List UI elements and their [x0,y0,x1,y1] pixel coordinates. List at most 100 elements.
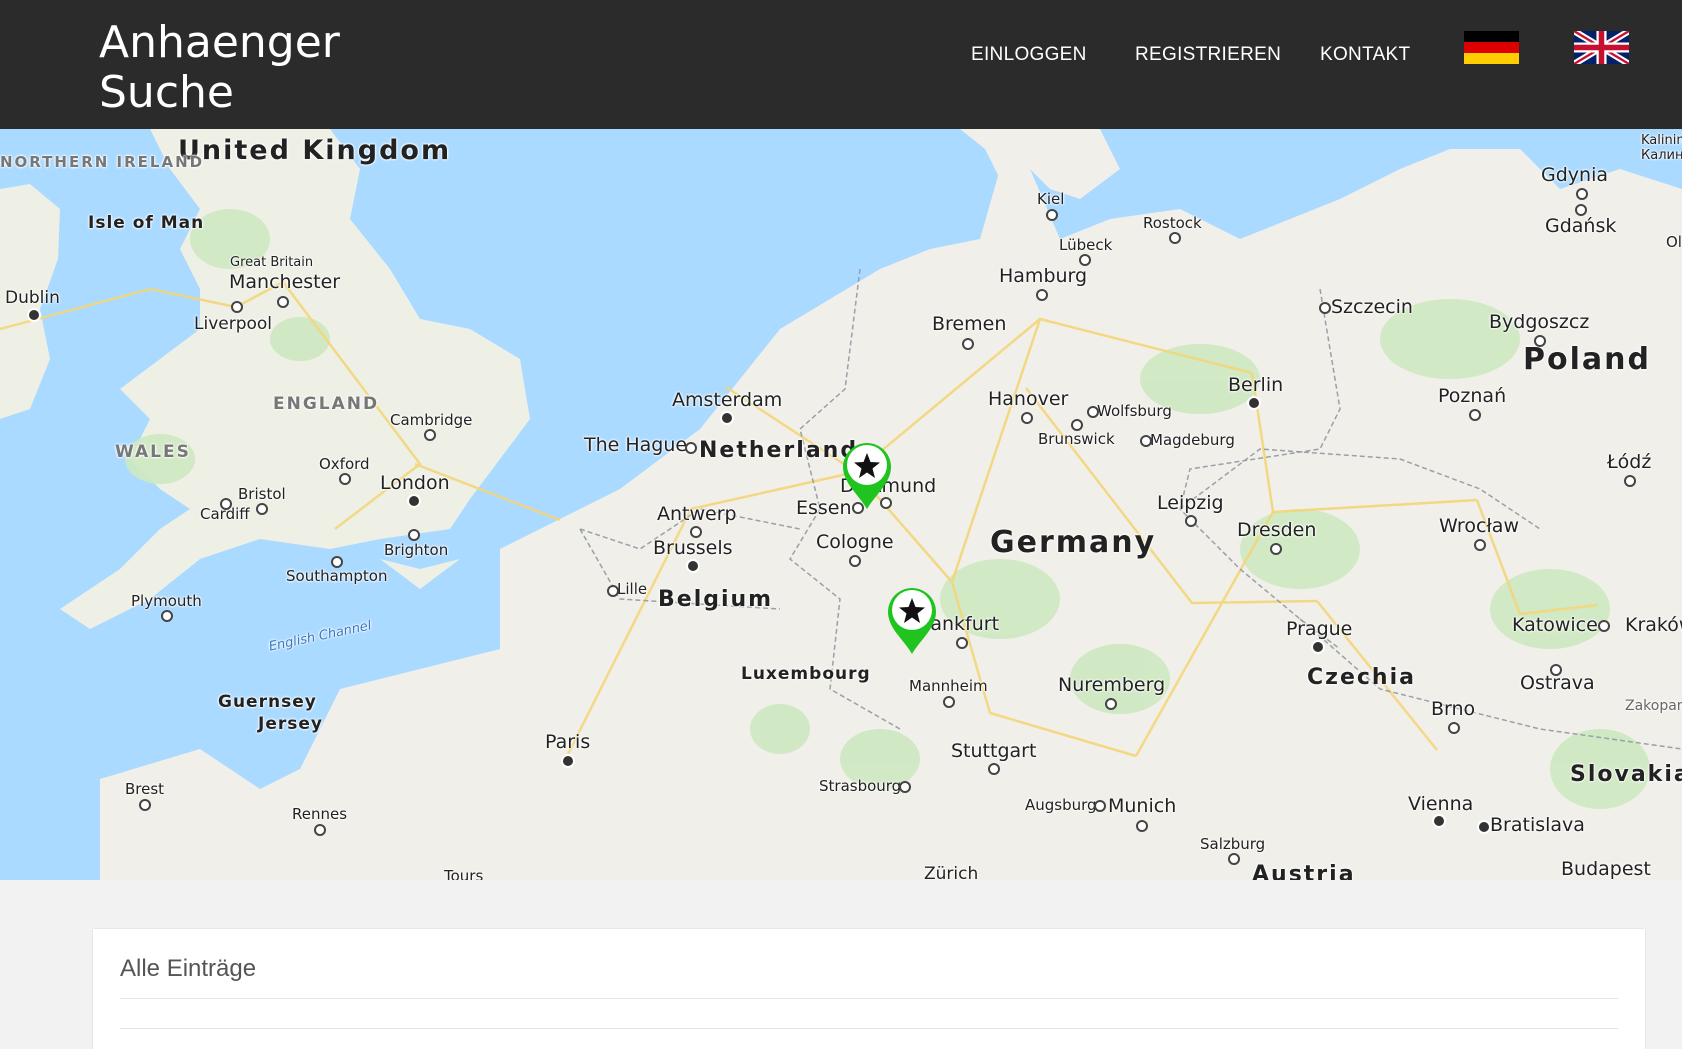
hamburg-dot [1036,289,1048,301]
label-brighton: Brighton [384,541,449,559]
wolfsburg-dot [1087,406,1099,418]
lille-dot [607,585,619,597]
label-poland: Poland [1523,342,1651,377]
label-manchester: Manchester [229,271,341,293]
hanover-dot [1021,412,1033,424]
label-guernsey: Guernsey [218,692,317,712]
prague-dot [1313,642,1323,652]
label-dublin: Dublin [5,288,60,308]
stuttgart-dot [988,763,1000,775]
brand-line-2: Suche [99,67,234,118]
label-cologne: Cologne [816,531,894,553]
entries-title: Alle Einträge [120,955,257,982]
label-hanover: Hanover [988,388,1069,410]
label-brest: Brest [125,780,165,798]
cologne-dot [849,555,861,567]
label-kaliningrad: Kaliningrad Калининград [1641,133,1682,163]
label-isle-of-man: Isle of Man [88,213,205,233]
label-leipzig: Leipzig [1157,492,1224,514]
augsburg-dot [1094,800,1106,812]
amsterdam-dot [722,413,732,423]
label-wroclaw: Wrocław [1439,515,1519,537]
label-budapest: Budapest [1561,858,1651,880]
nav-login-link[interactable]: EINLOGGEN [971,44,1087,66]
label-bydgoszcz: Bydgoszcz [1489,311,1590,333]
label-brunswick: Brunswick [1038,430,1115,448]
brand-logo[interactable]: Anhaenger Suche [99,18,340,118]
label-rennes: Rennes [292,805,348,823]
munich-dot [1136,820,1148,832]
label-slovakia: Slovakia [1570,762,1682,787]
label-gdansk: Gdańsk [1545,215,1617,237]
map-marker-frankfurt[interactable] [884,584,940,656]
navbar: Anhaenger Suche EINLOGGEN REGISTRIEREN K… [0,0,1682,129]
label-amsterdam: Amsterdam [672,389,783,411]
map-marker-dortmund[interactable] [839,439,895,511]
liverpool-dot [231,301,243,313]
label-london: London [380,472,450,494]
oxford-dot [339,473,351,485]
cardiff-dot [220,498,232,510]
nav-contact-link[interactable]: KONTAKT [1320,44,1410,66]
label-lubeck: Lübeck [1059,236,1113,254]
label-bristol: Bristol [238,485,286,503]
label-united-kingdom: United Kingdom [178,135,452,166]
label-rostock: Rostock [1143,214,1202,232]
label-paris: Paris [545,731,591,753]
label-brno: Brno [1431,698,1476,720]
label-magdeburg: Magdeburg [1150,431,1235,449]
mannheim-dot [943,696,955,708]
kiel-dot [1046,209,1058,221]
uk-flag-icon[interactable] [1574,31,1629,64]
label-austria: Austria [1252,862,1356,880]
label-poznan: Poznań [1438,385,1507,407]
label-northern-ireland: NORTHERN IRELAND [0,153,205,171]
dresden-dot [1270,543,1282,555]
label-dresden: Dresden [1237,519,1317,541]
label-wales: WALES [115,442,191,462]
label-munich: Munich [1108,795,1177,817]
manchester-dot [277,296,289,308]
map[interactable]: United Kingdom NORTHERN IRELAND Isle of … [0,129,1682,880]
label-hamburg: Hamburg [999,265,1088,287]
german-flag-icon[interactable] [1464,31,1519,64]
nuremberg-dot [1105,698,1117,710]
leipzig-dot [1185,515,1197,527]
label-prague: Prague [1286,618,1353,640]
strasbourg-dot [899,781,911,793]
london-dot [409,496,419,506]
szczecin-dot [1319,302,1331,314]
dublin-dot [29,310,39,320]
bremen-dot [962,338,974,350]
label-olsztyn: Olsztyn [1666,233,1682,251]
label-jersey: Jersey [258,714,323,734]
frankfurt-dot [956,637,968,649]
label-zakopane: Zakopane [1625,698,1682,714]
divider [120,998,1618,999]
label-kiel: Kiel [1037,190,1065,208]
label-mannheim: Mannheim [909,677,988,695]
katowice-dot [1598,620,1610,632]
label-vienna: Vienna [1408,793,1474,815]
brno-dot [1448,722,1460,734]
label-stuttgart: Stuttgart [951,740,1037,762]
rostock-dot [1169,232,1181,244]
label-england: ENGLAND [273,394,380,414]
bratislava-dot [1479,822,1489,832]
label-strasbourg: Strasbourg [819,777,902,795]
label-czechia: Czechia [1307,665,1416,690]
rennes-dot [314,824,326,836]
divider [120,1028,1618,1029]
label-belgium: Belgium [658,587,774,612]
paris-dot [563,756,573,766]
label-szczecin: Szczecin [1331,296,1413,318]
label-krakow: Kraków [1625,614,1682,636]
lodz-dot [1624,475,1636,487]
label-brussels: Brussels [653,537,733,559]
label-berlin: Berlin [1228,374,1284,396]
ostrava-dot [1550,664,1562,676]
gdansk-dot [1575,204,1587,216]
nav-register-link[interactable]: REGISTRIEREN [1135,44,1281,66]
brunswick-dot [1071,419,1083,431]
bydgoszcz-dot [1534,335,1546,347]
